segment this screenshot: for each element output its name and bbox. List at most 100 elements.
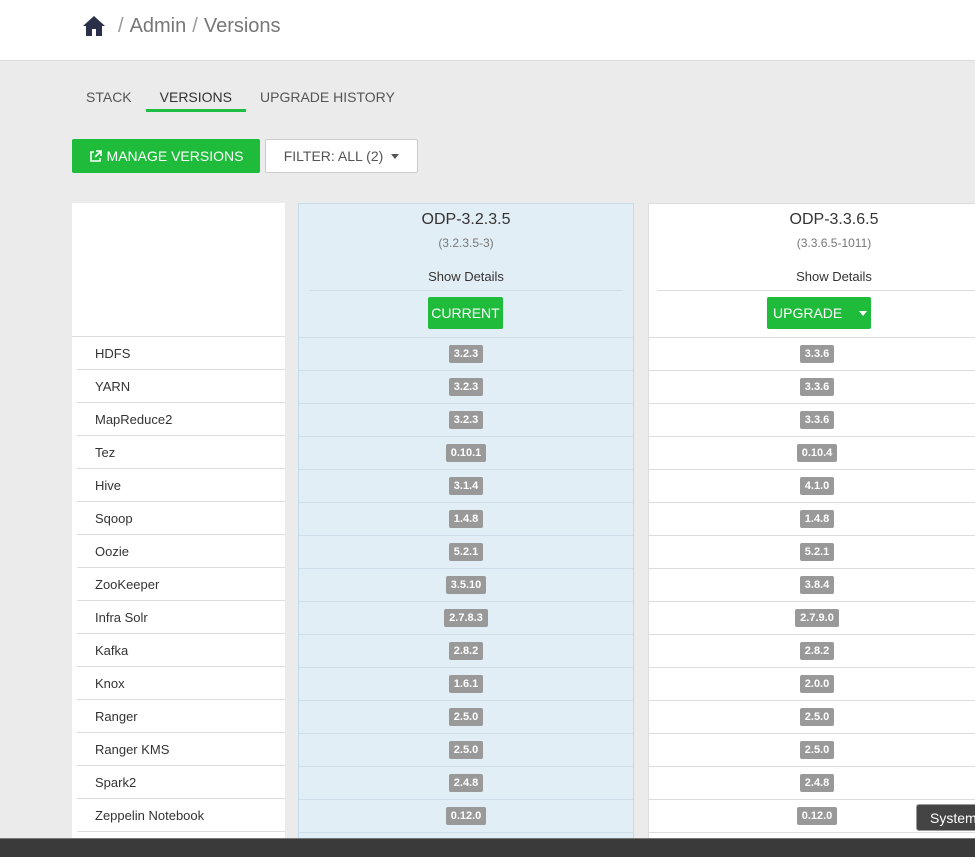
table-row: 5.2.1 xyxy=(299,536,633,569)
version-values-current: 3.2.3 3.2.3 3.2.3 0.10.1 3.1.4 1.4.8 5.2.1 3.5.… xyxy=(299,337,633,833)
service-row: Knox xyxy=(77,667,285,700)
service-row: Spark2 xyxy=(77,766,285,799)
breadcrumb-admin[interactable]: Admin xyxy=(130,15,187,38)
service-row: Hive xyxy=(77,469,285,502)
version-badge: 1.6.1 xyxy=(448,675,484,693)
version-badge: 2.0.0 xyxy=(799,675,835,693)
version-badge: 2.7.9.0 xyxy=(795,609,839,627)
version-badge: 2.5.0 xyxy=(799,708,835,726)
chevron-down-icon[interactable] xyxy=(859,310,868,316)
service-row: YARN xyxy=(77,370,285,403)
service-row: Zeppelin Notebook xyxy=(77,799,285,832)
version-badge: 4.1.0 xyxy=(799,477,835,495)
service-row: Tez xyxy=(77,436,285,469)
table-row: 2.0.0 xyxy=(649,668,975,701)
version-badge: 3.1.4 xyxy=(448,477,484,495)
service-row: ZooKeeper xyxy=(77,568,285,601)
show-details-link[interactable]: Show Details xyxy=(649,269,975,284)
table-row: 2.8.2 xyxy=(649,635,975,668)
table-row: 2.8.2 xyxy=(299,635,633,668)
table-row: 0.12.0 xyxy=(299,800,633,833)
version-name: ODP-3.3.6.5 xyxy=(789,211,879,228)
version-column-upgrade: ODP-3.3.6.5 (3.3.6.5-1011) Show Details … xyxy=(648,203,975,843)
table-row: 4.1.0 xyxy=(649,470,975,503)
bottom-bar xyxy=(0,838,975,857)
version-badge: 3.8.4 xyxy=(799,576,835,594)
table-row: 2.5.0 xyxy=(649,734,975,767)
service-list: HDFS YARN MapReduce2 Tez Hive Sqoop Oozie ZooKe… xyxy=(72,336,285,832)
service-row: Kafka xyxy=(77,634,285,667)
table-row: 3.2.3 xyxy=(299,404,633,437)
version-header: ODP-3.2.3.5 (3.2.3.5-3) Show Details CUR… xyxy=(299,204,633,337)
version-badge: 0.12.0 xyxy=(796,807,838,825)
version-badge: 0.10.4 xyxy=(796,444,838,462)
home-icon[interactable] xyxy=(82,15,106,37)
service-row: MapReduce2 xyxy=(77,403,285,436)
service-row: HDFS xyxy=(77,337,285,370)
service-row: Ranger xyxy=(77,700,285,733)
table-row: 2.7.9.0 xyxy=(649,602,975,635)
service-row: Infra Solr xyxy=(77,601,285,634)
version-badge: 0.10.1 xyxy=(445,444,487,462)
version-name: ODP-3.2.3.5 xyxy=(421,211,511,228)
version-full: (3.3.6.5-1011) xyxy=(796,236,872,250)
tab-versions[interactable]: VERSIONS xyxy=(145,84,246,112)
version-badge: 2.5.0 xyxy=(448,741,484,759)
table-row: 1.4.8 xyxy=(649,503,975,536)
table-row: 3.3.6 xyxy=(649,371,975,404)
divider xyxy=(309,290,623,291)
breadcrumb: / Admin / Versions xyxy=(82,12,281,40)
table-row: 3.1.4 xyxy=(299,470,633,503)
table-row: 2.4.8 xyxy=(649,767,975,800)
breadcrumb-separator: / xyxy=(118,14,124,37)
version-badge: 3.2.3 xyxy=(448,378,484,396)
manage-versions-label: MANAGE VERSIONS xyxy=(106,148,244,164)
service-column-header xyxy=(72,203,285,336)
table-row: 3.5.10 xyxy=(299,569,633,602)
external-link-icon xyxy=(89,149,102,163)
chevron-down-icon xyxy=(391,153,400,159)
table-row: 3.3.6 xyxy=(649,338,975,371)
breadcrumb-versions: Versions xyxy=(203,14,281,37)
table-row: 0.10.1 xyxy=(299,437,633,470)
table-row: 3.3.6 xyxy=(649,404,975,437)
version-badge: 2.8.2 xyxy=(448,642,484,660)
version-badge: 3.5.10 xyxy=(445,576,487,594)
version-badge: 1.4.8 xyxy=(448,510,484,528)
table-row: 3.8.4 xyxy=(649,569,975,602)
version-badge: 3.2.3 xyxy=(448,345,484,363)
table-row: 2.5.0 xyxy=(649,701,975,734)
version-badge: 2.5.0 xyxy=(448,708,484,726)
version-badge: 5.2.1 xyxy=(799,543,835,561)
version-values-upgrade: 3.3.6 3.3.6 3.3.6 0.10.4 4.1.0 1.4.8 5.2.1 3.8.… xyxy=(649,337,975,833)
version-tabs: STACK VERSIONS UPGRADE HISTORY xyxy=(72,84,409,112)
version-badge: 2.4.8 xyxy=(799,774,835,792)
table-row: 3.2.3 xyxy=(299,371,633,404)
version-badge: 5.2.1 xyxy=(448,543,484,561)
divider xyxy=(657,290,975,291)
service-names-column: HDFS YARN MapReduce2 Tez Hive Sqoop Oozie ZooKe… xyxy=(72,203,285,843)
current-button[interactable]: CURRENT xyxy=(428,297,503,329)
show-details-link[interactable]: Show Details xyxy=(299,269,633,284)
status-toast[interactable]: System xyxy=(916,804,975,831)
version-badge: 3.3.6 xyxy=(799,378,835,396)
version-badge: 3.3.6 xyxy=(799,411,835,429)
filter-dropdown[interactable]: FILTER: ALL (2) xyxy=(265,139,418,173)
version-badge: 2.4.8 xyxy=(448,774,484,792)
upgrade-button[interactable]: UPGRADE xyxy=(767,297,871,329)
table-row: 2.5.0 xyxy=(299,701,633,734)
tab-stack[interactable]: STACK xyxy=(72,84,146,112)
service-row: Oozie xyxy=(77,535,285,568)
table-row: 1.6.1 xyxy=(299,668,633,701)
filter-label: FILTER: ALL (2) xyxy=(283,148,384,164)
tab-upgrade-history[interactable]: UPGRADE HISTORY xyxy=(246,84,409,112)
version-badge: 3.2.3 xyxy=(448,411,484,429)
top-bar: / Admin / Versions xyxy=(0,0,975,61)
version-column-current: ODP-3.2.3.5 (3.2.3.5-3) Show Details CUR… xyxy=(298,203,634,843)
version-badge: 2.8.2 xyxy=(799,642,835,660)
breadcrumb-separator: / xyxy=(192,14,198,37)
version-badge: 1.4.8 xyxy=(799,510,835,528)
version-header: ODP-3.3.6.5 (3.3.6.5-1011) Show Details … xyxy=(649,204,975,337)
manage-versions-button[interactable]: MANAGE VERSIONS xyxy=(72,139,260,173)
table-row: 0.10.4 xyxy=(649,437,975,470)
